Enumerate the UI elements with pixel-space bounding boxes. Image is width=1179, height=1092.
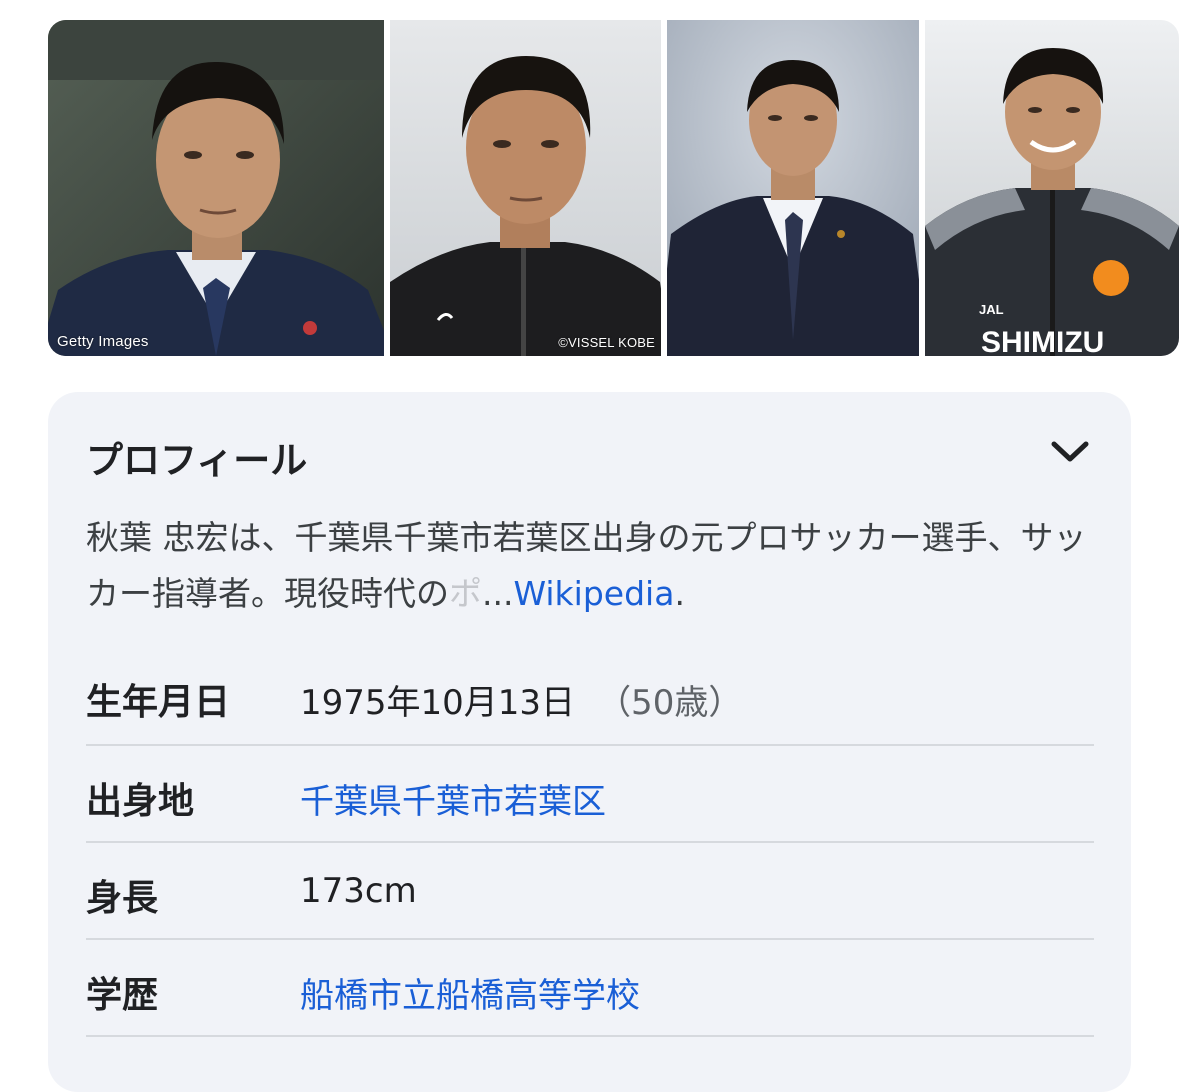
description-fade: ポ [449,574,482,613]
fact-label: 学歴 [86,975,159,1016]
wikipedia-link[interactable]: Wikipedia [513,574,674,613]
height-value: 173cm [300,871,417,911]
fact-row-birthplace: 出身地 千葉県千葉市若葉区 [86,746,1094,843]
fact-row-birthdate: 生年月日 1975年10月13日 （50歳） [86,647,1094,746]
gallery-image-1[interactable]: Getty Images [48,20,384,356]
description-suffix: . [674,574,685,613]
knowledge-panel: プロフィール 秋葉 忠宏は、千葉県千葉市若葉区出身の元プロサッカー選手、サッカー… [48,392,1131,1092]
image-credit: ©VISSEL KOBE [558,335,655,350]
chevron-down-icon[interactable] [1050,438,1090,466]
fact-label: 身長 [86,878,159,919]
sponsor-text: JAL [979,302,1004,317]
birthdate-value: 1975年10月13日 [300,683,576,723]
fact-label: 生年月日 [86,682,231,723]
image-credit: Getty Images [57,333,149,350]
fact-label: 出身地 [86,781,195,822]
profile-facts: 生年月日 1975年10月13日 （50歳） 出身地 千葉県千葉市若葉区 身長 1… [86,647,1094,1037]
gallery-image-2[interactable]: ©VISSEL KOBE [390,20,661,356]
education-link[interactable]: 船橋市立船橋高等学校 [300,968,640,1017]
fact-row-height: 身長 173cm [86,843,1094,940]
gallery-image-4[interactable]: JAL SHIMIZU [925,20,1179,356]
profile-title: プロフィール [86,439,308,482]
description-ellipsis: ... [482,574,514,613]
profile-description: 秋葉 忠宏は、千葉県千葉市若葉区出身の元プロサッカー選手、サッカー指導者。現役時… [86,510,1096,622]
age-value: （50歳） [597,683,743,723]
jersey-text: SHIMIZU [981,326,1104,356]
gallery-image-3[interactable] [667,20,919,356]
fact-value: 1975年10月13日 （50歳） [300,675,742,724]
birthplace-link[interactable]: 千葉県千葉市若葉区 [300,774,606,823]
fact-row-education: 学歴 船橋市立船橋高等学校 [86,940,1094,1037]
